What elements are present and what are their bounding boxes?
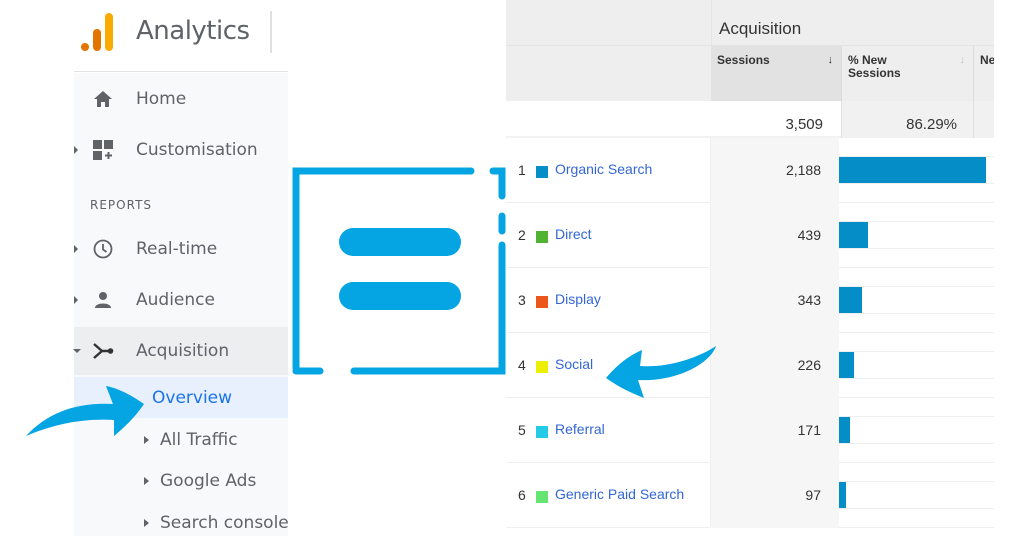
channel-color-swatch (536, 166, 548, 178)
sidebar-subitem-label: Search console (160, 512, 288, 533)
equals-bracket-logo-icon (288, 158, 508, 380)
sessions-value: 226 (711, 333, 839, 398)
row-index: 3 (518, 292, 526, 308)
row-label-cell: 3 Display (506, 268, 711, 333)
totals-row: 3,509 86.29% (506, 101, 994, 138)
table-row: 2 Direct 439 (506, 203, 994, 268)
total-truncated (973, 101, 994, 138)
table-row: 4 Social 226 (506, 333, 994, 398)
total-sessions: 3,509 (785, 116, 823, 133)
expand-caret-icon[interactable] (144, 476, 149, 485)
sessions-bar (839, 482, 846, 508)
channel-color-swatch (536, 361, 548, 373)
sidebar-subitem-label: Overview (152, 387, 233, 408)
sidebar-item-acquisition[interactable]: Acquisition (73, 327, 288, 375)
row-label-cell: 2 Direct (506, 203, 711, 268)
sessions-value: 97 (711, 463, 839, 528)
table-row: 6 Generic Paid Search 97 (506, 463, 994, 528)
channel-link[interactable]: Social (555, 356, 593, 372)
arrow-to-overview-icon (26, 386, 144, 436)
sidebar-subitem-label: All Traffic (160, 429, 238, 450)
sessions-bar-track (839, 351, 994, 379)
dashboard-grid-icon (92, 139, 114, 161)
row-index: 6 (518, 487, 526, 503)
sidebar-subitem-search-console[interactable]: Search console (74, 502, 288, 536)
sort-desc-icon[interactable]: ↓ (828, 54, 834, 67)
channel-link[interactable]: Referral (555, 421, 605, 437)
sidebar-item-audience[interactable]: Audience (74, 276, 288, 324)
sidebar-item-customisation[interactable]: Customisation (74, 126, 288, 174)
group-header-acquisition: Acquisition (711, 0, 994, 45)
sessions-bar (839, 417, 850, 443)
table-row: 3 Display 343 (506, 268, 994, 333)
sessions-bar-track (839, 156, 994, 184)
expand-caret-icon[interactable] (74, 245, 78, 253)
channel-link[interactable]: Organic Search (555, 161, 652, 177)
sessions-bar (839, 352, 854, 378)
expand-caret-icon[interactable] (144, 518, 149, 527)
arrow-to-social-icon (606, 346, 716, 398)
sidebar-nav: Home Customisation REPORTS Real-time Aud… (73, 73, 288, 536)
expand-caret-icon[interactable] (74, 296, 78, 304)
sidebar-item-label: Customisation (136, 140, 258, 160)
expand-caret-icon[interactable] (74, 146, 78, 154)
table-column-header-row: Sessions ↓ % New Sessions ↓ Ne (506, 45, 994, 102)
total-new-sessions: 86.29% (841, 101, 973, 138)
sidebar-item-label: Acquisition (136, 341, 230, 361)
sessions-bar (839, 287, 862, 313)
acquisition-table: Acquisition Sessions ↓ % New Sessions ↓ … (506, 0, 994, 536)
channel-color-swatch (536, 231, 548, 243)
channel-color-swatch (536, 296, 548, 308)
row-label-cell: 6 Generic Paid Search (506, 463, 711, 528)
app-header: Analytics (74, 0, 288, 72)
channel-link[interactable]: Direct (555, 226, 592, 242)
row-index: 1 (518, 162, 526, 178)
sidebar-item-home[interactable]: Home (74, 75, 288, 123)
sessions-bar (839, 222, 868, 248)
table-group-header-row: Acquisition (506, 0, 994, 45)
row-index: 4 (518, 357, 526, 373)
sessions-value: 439 (711, 203, 839, 268)
sessions-bar-track (839, 416, 994, 444)
sidebar-item-realtime[interactable]: Real-time (74, 225, 288, 273)
sessions-bar (839, 157, 986, 183)
row-index: 5 (518, 422, 526, 438)
row-label-cell: 1 Organic Search (506, 138, 711, 203)
collapse-caret-icon[interactable] (73, 349, 81, 353)
analytics-sidebar: Analytics Home Customisation REPORTS Rea… (73, 0, 288, 536)
sort-icon[interactable]: ↓ (960, 54, 966, 67)
sessions-bar-track (839, 286, 994, 314)
sessions-value: 2,188 (711, 138, 839, 203)
column-header-truncated[interactable]: Ne (973, 46, 994, 102)
column-header-sessions[interactable]: Sessions ↓ (711, 46, 841, 102)
channel-color-swatch (536, 491, 548, 503)
sessions-bar-track (839, 221, 994, 249)
clock-icon (92, 238, 114, 260)
person-icon (92, 289, 114, 311)
sessions-value: 343 (711, 268, 839, 333)
sessions-value: 171 (711, 398, 839, 463)
app-title: Analytics (136, 16, 250, 46)
channel-color-swatch (536, 426, 548, 438)
sidebar-item-label: Real-time (136, 239, 218, 259)
sessions-bar-track (839, 481, 994, 509)
reports-section-heading: REPORTS (90, 198, 153, 212)
analytics-logo-icon (81, 13, 113, 51)
header-divider (270, 11, 272, 53)
sidebar-item-label: Audience (136, 290, 215, 310)
channel-link[interactable]: Display (555, 291, 601, 307)
acquisition-fork-icon (92, 340, 114, 362)
sidebar-item-label: Home (136, 89, 187, 109)
column-header-new-sessions[interactable]: % New Sessions ↓ (841, 46, 973, 102)
row-index: 2 (518, 227, 526, 243)
sidebar-subitem-label: Google Ads (160, 470, 257, 491)
home-icon (92, 88, 114, 110)
channel-link[interactable]: Generic Paid Search (555, 486, 684, 502)
table-row: 5 Referral 171 (506, 398, 994, 463)
table-row: 1 Organic Search 2,188 (506, 138, 994, 203)
sidebar-subitem-google-ads[interactable]: Google Ads (74, 460, 288, 501)
